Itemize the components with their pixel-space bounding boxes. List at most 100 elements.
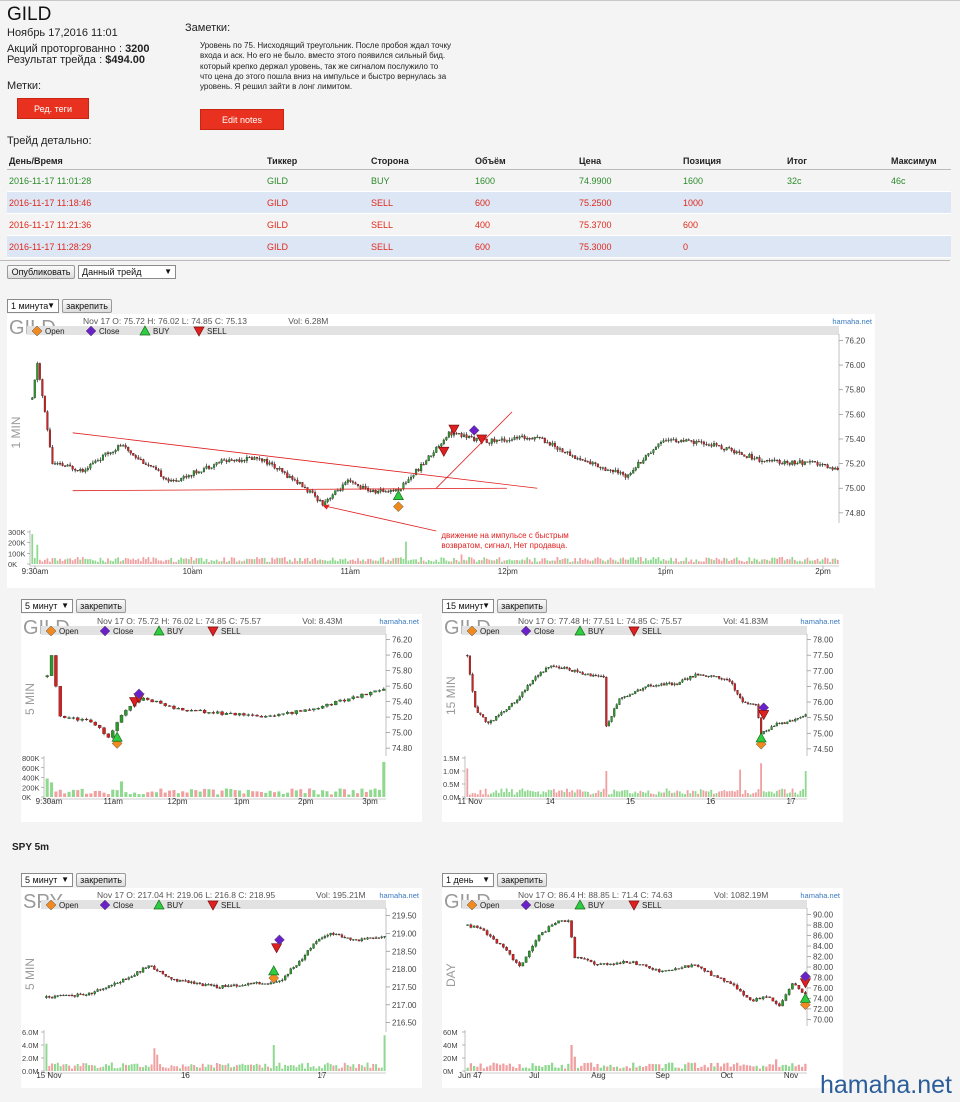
volume-bar [487,794,490,797]
publish-button[interactable]: Опубликовать [7,265,75,279]
candle-body [134,455,137,458]
volume-bar [458,561,460,564]
candle-body [343,936,346,939]
volume-bar [490,793,492,797]
volume-bar [335,1065,338,1071]
candle-body [466,924,469,926]
volume-bar [203,788,207,797]
volume-bar [573,1056,576,1071]
volume-bar [129,559,132,564]
volume-bar [354,560,357,564]
candle-body [122,445,125,447]
interval-select-gild-5m[interactable]: 5 минут ▼ [21,599,73,613]
volume-bar [377,1067,380,1071]
edit-notes-button[interactable]: Edit notes [200,109,284,130]
volume-bar [195,558,198,564]
volume-bar [377,560,380,564]
candle-body [492,936,495,940]
candle-body [702,674,705,676]
volume-bar [192,560,195,564]
candle-body [579,671,582,673]
candle-body [31,397,34,400]
candle-body [800,988,804,993]
candle-body [360,693,364,698]
candle-body [73,995,76,997]
candle-body [579,458,582,460]
column-header: Позиция [681,152,785,170]
volume-bar [338,1068,341,1071]
trade-select[interactable]: Данный трейд ▼ [78,265,176,279]
interval-select-gild-1m[interactable]: 1 минута ▼ [7,299,59,313]
chart-svg: GILDNov 17 O: 75.72 H: 76.02 L: 74.85 C:… [8,316,873,576]
candle-body [175,480,178,482]
legend-buy-label: BUY [588,627,605,636]
volume-bar [200,557,203,564]
candle-body [101,454,104,461]
candle-body [377,937,381,939]
candle-body [680,967,684,969]
candle-body [382,489,385,492]
candle-body [268,462,271,465]
candle-body [474,691,477,708]
volume-bar [733,558,736,564]
volume-bar [261,1067,264,1071]
volume-bar [533,557,536,564]
volume-bar [85,793,89,797]
volume-bar [691,790,694,797]
candle-body [204,984,207,987]
pin-button[interactable]: закрепить [76,873,126,887]
candle-body [758,457,761,462]
edit-tags-button[interactable]: Ред. теги [17,98,89,119]
candle-body [634,467,637,471]
candle-body [380,936,383,938]
candle-body [221,985,224,989]
interval-select-gild-day[interactable]: 1 день ▼ [442,873,494,887]
candle-body [743,454,746,457]
pin-button[interactable]: закрепить [497,873,547,887]
volume-bar [422,560,425,564]
candle-body [554,922,557,926]
candle-body [615,962,619,965]
volume-bar [241,1063,244,1071]
ohlc-readout: Nov 17 O: 77.48 H: 77.51 L: 74.85 C: 75.… [518,616,682,626]
candle-body [635,961,638,965]
candle-body [788,462,791,465]
candle-body [224,985,227,988]
candle-body [793,460,796,465]
candle-body [58,686,62,717]
volume-bar [116,1068,119,1071]
volume-bar [555,792,558,797]
volume-bar [134,559,137,564]
y-tick-label: 75.80 [845,386,866,395]
volume-bar [334,560,337,564]
candle-body [180,478,183,481]
interval-select-spy-5m[interactable]: 5 минут ▼ [21,873,73,887]
volume-bar [110,1062,113,1071]
volume-bar [690,559,693,564]
interval-select-gild-15m[interactable]: 15 минут ▼ [442,599,494,613]
volume-bar [301,1063,304,1071]
volume-bar [233,790,237,797]
volume-bar [518,789,521,797]
volume-bar [521,1067,524,1071]
volume-bar [518,1064,521,1071]
pin-button[interactable]: закрепить [76,599,126,613]
volume-bar [194,790,198,797]
pin-button[interactable]: закрепить [497,599,547,613]
candle-body [422,464,425,466]
volume-tick-label: 0K [8,560,17,569]
volume-bar [570,1045,573,1071]
volume-tick-label: 800K [22,754,40,763]
volume-bar [79,559,82,564]
volume-bar [475,561,478,564]
volume-tick-label: 2.0M [22,1054,39,1063]
volume-bar [61,561,64,564]
volume-bar [720,790,723,797]
volume-bar [182,558,185,564]
volume-bar [574,558,577,564]
candle-body [193,981,196,984]
pin-button[interactable]: закрепить [62,299,112,313]
brand-label: hamaha.net [379,617,420,626]
volume-tick-label: 0M [443,1067,453,1076]
candle-body [568,668,571,671]
